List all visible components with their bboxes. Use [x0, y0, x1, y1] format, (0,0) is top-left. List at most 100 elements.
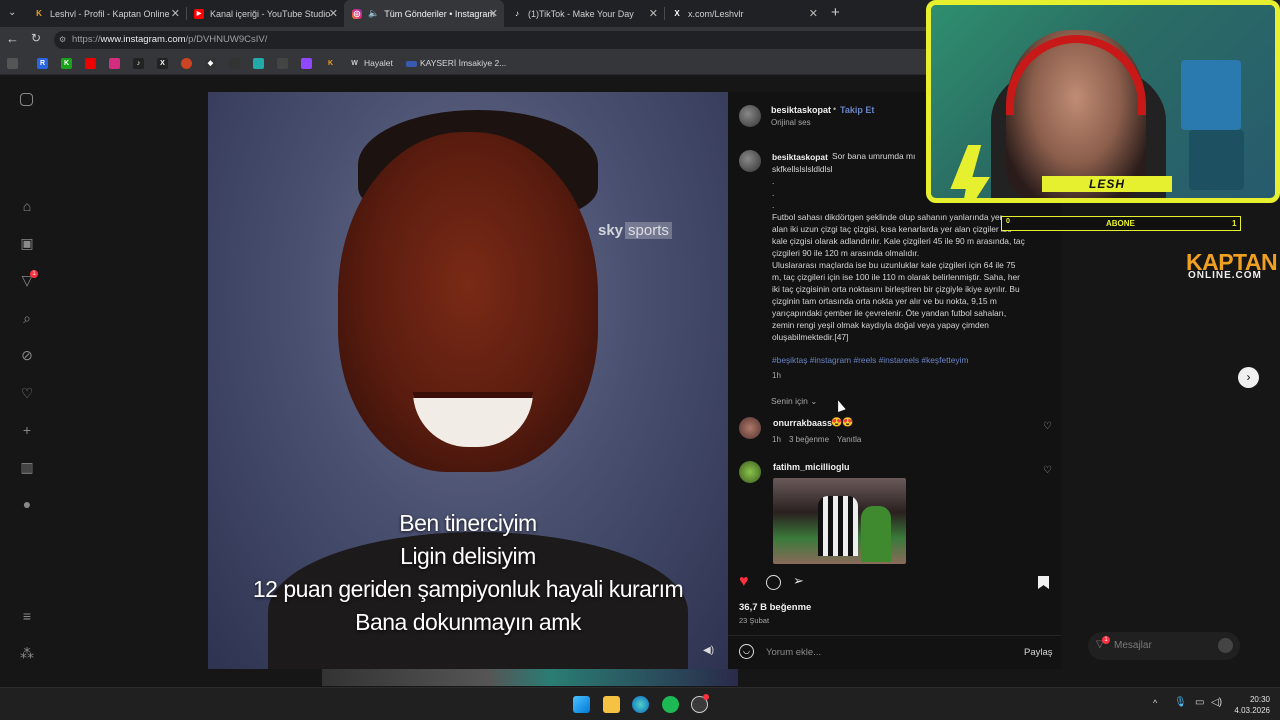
- bookmark-kick-icon[interactable]: K: [61, 58, 72, 69]
- close-tab-icon[interactable]: ✕: [329, 7, 338, 20]
- explore-icon[interactable]: ⊘: [19, 347, 35, 363]
- caption-author[interactable]: besiktaskopat: [772, 152, 828, 162]
- hashtags[interactable]: #beşiktaş #instagram #reels #instareels …: [772, 355, 968, 365]
- bookmark-red-icon[interactable]: [181, 58, 192, 69]
- home-icon[interactable]: ⌂: [19, 198, 35, 214]
- volume-icon[interactable]: ◁): [1211, 697, 1222, 708]
- file-explorer-icon[interactable]: [603, 696, 620, 713]
- comment-username[interactable]: onurrakbaass: [773, 418, 832, 428]
- url-path: /p/DVHNUW9CsIV/: [185, 34, 268, 45]
- reel-video[interactable]: sky sports Ben tinerciyim Ligin delisiyim…: [208, 92, 728, 669]
- caption-line: yarıçapındaki çember ile çevrelenir. Öte…: [772, 308, 1007, 318]
- bookmark-hayalet[interactable]: Hayalet: [364, 58, 393, 68]
- messages-badge: 1: [1102, 636, 1110, 644]
- sort-label: Senin için: [771, 396, 808, 406]
- share-icon[interactable]: ➢: [793, 573, 804, 589]
- follow-button[interactable]: Takip Et: [840, 105, 874, 115]
- bookmark-kayseri-icon[interactable]: [406, 61, 417, 67]
- heart-icon[interactable]: ♡: [19, 385, 35, 401]
- likes-count[interactable]: 36,7 B beğenme: [739, 602, 811, 613]
- tab-kaptan-online[interactable]: K Leshvl - Profil - Kaptan Online ✕: [26, 0, 187, 27]
- close-tab-icon[interactable]: ✕: [171, 7, 180, 20]
- bookmark-diamond-icon[interactable]: ◆: [205, 58, 216, 69]
- insights-icon[interactable]: ▥: [19, 459, 35, 475]
- microphone-icon[interactable]: 🎙: [1174, 697, 1187, 708]
- comment-image-hulk: [861, 506, 891, 562]
- caption-avatar[interactable]: [739, 150, 761, 172]
- post-share-button[interactable]: Paylaş: [1024, 647, 1053, 658]
- caption-time: 1h: [772, 371, 781, 380]
- bookmark-apps-icon[interactable]: [7, 58, 18, 69]
- bookmark-twitch-icon[interactable]: [301, 58, 312, 69]
- new-tab-button[interactable]: +: [831, 4, 840, 21]
- reload-icon[interactable]: ↻: [31, 31, 41, 45]
- author-avatar[interactable]: [739, 105, 761, 127]
- bookmark-instagram-icon[interactable]: [109, 58, 120, 69]
- video-subtitles: Ben tinerciyim Ligin delisiyim 12 puan g…: [208, 507, 728, 639]
- speaker-icon[interactable]: 🔈: [368, 8, 379, 19]
- comment-like-heart-icon[interactable]: ♡: [1043, 465, 1052, 476]
- network-icon[interactable]: ▭: [1195, 697, 1204, 708]
- search-icon[interactable]: ⌕: [19, 310, 35, 326]
- url-prefix: https://: [72, 34, 101, 45]
- bookmark-kaptan-icon[interactable]: K: [325, 58, 336, 69]
- create-icon[interactable]: +: [19, 422, 35, 438]
- like-heart-icon[interactable]: ♥: [739, 573, 749, 591]
- reels-icon[interactable]: ▣: [19, 235, 35, 251]
- close-tab-icon[interactable]: ✕: [809, 7, 818, 20]
- profile-icon[interactable]: ●: [19, 496, 35, 512]
- subscriber-count: 1: [1232, 219, 1237, 228]
- comment-username[interactable]: fatihm_micillioglu: [773, 462, 850, 472]
- comment-image[interactable]: [773, 478, 906, 564]
- audio-label[interactable]: Orijinal ses: [771, 118, 811, 127]
- comment-sort-dropdown[interactable]: Senin için ⌄: [771, 396, 817, 407]
- edge-icon[interactable]: [632, 696, 649, 713]
- comment-icon[interactable]: [766, 575, 781, 590]
- tab-title: Kanal içeriği - YouTube Studio: [210, 8, 331, 19]
- tab-x[interactable]: X x.com/Leshvlr ✕: [664, 0, 824, 27]
- youtube-favicon-icon: ▶: [194, 8, 204, 19]
- system-clock[interactable]: 20:30 4.03.2026: [1234, 694, 1270, 716]
- bookmark-hayalet-icon[interactable]: W: [349, 58, 360, 69]
- bookmark-dash-icon[interactable]: [277, 58, 288, 69]
- bookmark-r-icon[interactable]: R: [37, 58, 48, 69]
- windows-start-icon[interactable]: [573, 696, 590, 713]
- spotify-icon[interactable]: [662, 696, 679, 713]
- instagram-favicon-icon: ◎: [352, 8, 362, 19]
- watermark-sky: sky: [598, 222, 624, 239]
- site-info-icon[interactable]: ⚙: [59, 31, 66, 49]
- bookmark-teal-icon[interactable]: [253, 58, 264, 69]
- bookmark-kayseri[interactable]: KAYSERİ İmsakiye 2...: [420, 58, 506, 68]
- tab-list-chevron-icon[interactable]: ⌄: [8, 7, 16, 18]
- tab-tiktok[interactable]: ♪ (1)TikTok - Make Your Day ✕: [504, 0, 665, 27]
- bookmark-x-icon[interactable]: X: [157, 58, 168, 69]
- menu-icon[interactable]: ≡: [19, 608, 35, 624]
- tab-instagram[interactable]: ◎ 🔈 Tüm Gönderiler • Instagram ✕: [344, 0, 504, 27]
- messages-button[interactable]: ▽ 1 Mesajlar: [1088, 632, 1240, 660]
- close-tab-icon[interactable]: ✕: [649, 7, 658, 20]
- bookmark-tiktok-icon[interactable]: ♪: [133, 58, 144, 69]
- tab-youtube-studio[interactable]: ▶ Kanal içeriği - YouTube Studio ✕: [186, 0, 344, 27]
- comment-likes[interactable]: 3 beğenme: [789, 435, 829, 444]
- next-post-button[interactable]: ›: [1238, 367, 1259, 388]
- back-arrow-icon[interactable]: ←: [6, 31, 19, 46]
- instagram-logo-icon[interactable]: [20, 93, 33, 106]
- mute-icon[interactable]: ◀): [703, 645, 714, 656]
- tray-chevron-icon[interactable]: ^: [1153, 698, 1157, 708]
- close-tab-icon[interactable]: ✕: [489, 7, 498, 20]
- caption-line: zemin rengi yeşil olmak kaydıyla doğal v…: [772, 320, 989, 330]
- comment-input[interactable]: Yorum ekle...: [766, 647, 821, 658]
- comment-avatar[interactable]: [739, 417, 761, 439]
- more-icon[interactable]: ⁂: [19, 645, 35, 661]
- webcam-overlay: [926, 0, 1280, 203]
- address-bar[interactable]: ⚙ https://www.instagram.com/p/DVHNUW9CsI…: [54, 31, 934, 49]
- bookmark-ghost-icon[interactable]: [229, 58, 240, 69]
- caption-line: kale çizgisi olarak adlandırılır. Kale ç…: [772, 236, 1025, 246]
- bookmark-youtube-icon[interactable]: [85, 58, 96, 69]
- author-username[interactable]: besiktaskopat: [771, 105, 831, 115]
- comment-reply[interactable]: Yanıtla: [837, 435, 861, 444]
- comment-image-figure: [818, 496, 858, 556]
- comment-avatar[interactable]: [739, 461, 761, 483]
- comment-like-heart-icon[interactable]: ♡: [1043, 421, 1052, 432]
- emoji-icon[interactable]: ◡: [739, 644, 754, 659]
